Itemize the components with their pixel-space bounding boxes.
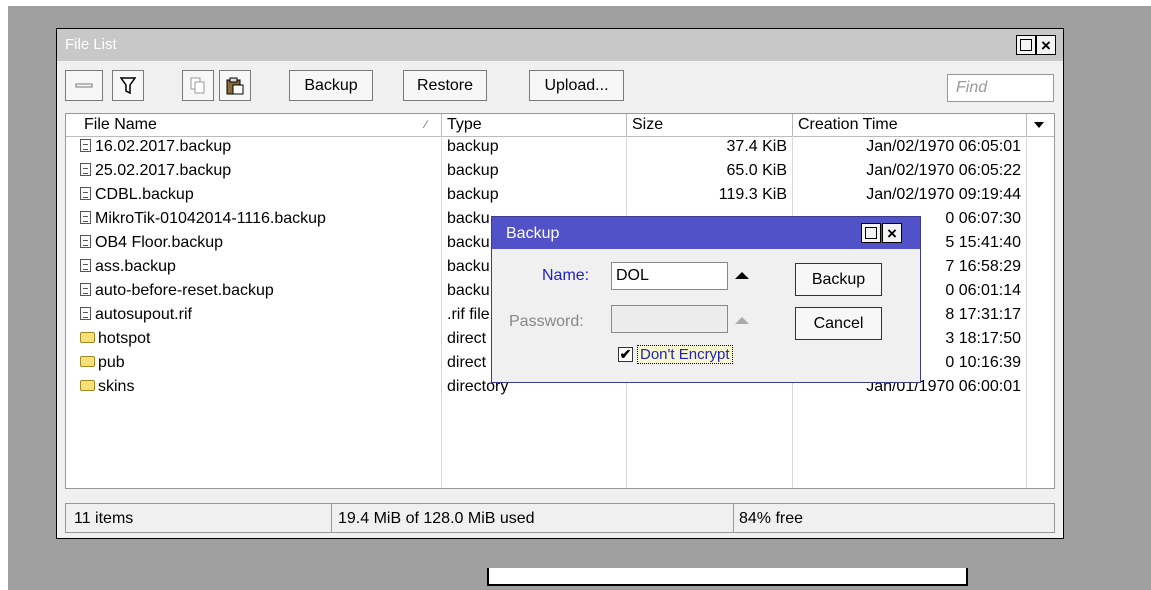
file-name-text: CDBL.backup — [95, 186, 194, 203]
name-label: Name: — [542, 267, 590, 284]
close-button[interactable]: × — [1036, 35, 1056, 55]
remove-button[interactable] — [65, 70, 103, 101]
file-name-text: hotspot — [98, 330, 151, 347]
name-history-arrow-icon[interactable] — [735, 272, 749, 279]
maximize-icon — [865, 227, 877, 239]
file-icon — [80, 187, 91, 200]
file-name-text: OB4 Floor.backup — [95, 234, 224, 251]
cell-file-name: hotspot — [80, 330, 438, 348]
close-icon: × — [1041, 35, 1051, 55]
maximize-button[interactable] — [1016, 35, 1036, 55]
file-name-text: 25.02.2017.backup — [95, 162, 232, 179]
column-header-file-name[interactable]: File Name — [84, 116, 157, 134]
filter-icon — [120, 76, 136, 94]
backup-button[interactable]: Backup — [289, 70, 373, 101]
cell-type: backup — [447, 162, 499, 179]
cell-type: backup — [447, 138, 499, 155]
file-name-text: pub — [98, 354, 125, 371]
window-titlebar[interactable]: File List × — [57, 29, 1063, 61]
status-disk-used: 19.4 MiB of 128.0 MiB used — [338, 510, 535, 527]
file-name-text: MikroTik-01042014-1116.backup — [95, 210, 326, 227]
column-header-creation-time[interactable]: Creation Time — [798, 116, 898, 134]
file-name-text: auto-before-reset.backup — [95, 282, 274, 299]
filter-button[interactable] — [112, 70, 144, 101]
file-name-text: ass.backup — [95, 258, 176, 275]
folder-icon — [80, 356, 95, 367]
name-input[interactable]: DOL — [611, 262, 728, 290]
dialog-maximize-button[interactable] — [861, 223, 881, 243]
cell-file-name: ass.backup — [80, 258, 438, 276]
upload-button[interactable]: Upload... — [529, 70, 624, 101]
dialog-titlebar[interactable]: Backup × — [492, 217, 920, 249]
status-bar: 11 items 19.4 MiB of 128.0 MiB used 84% … — [65, 503, 1055, 533]
cell-file-name: OB4 Floor.backup — [80, 234, 438, 252]
status-disk-free: 84% free — [739, 510, 804, 527]
maximize-icon — [1020, 39, 1032, 51]
file-icon — [80, 235, 91, 248]
file-icon — [80, 139, 91, 152]
dialog-close-button[interactable]: × — [882, 223, 902, 243]
copy-button[interactable] — [182, 70, 214, 101]
dialog-title: Backup — [506, 225, 560, 242]
cell-creation-time: Jan/02/1970 06:05:01 — [866, 138, 1021, 155]
table-row[interactable]: CDBL.backup backup 119.3 KiB Jan/02/1970 09… — [66, 184, 1054, 206]
cell-file-name: skins — [80, 378, 438, 396]
password-input[interactable] — [611, 305, 728, 333]
copy-icon — [190, 77, 205, 93]
table-header: File Name ∕ Type Size Creation Time — [66, 114, 1054, 137]
window-title: File List — [65, 36, 117, 53]
cell-size: 37.4 KiB — [726, 138, 787, 155]
backup-dialog: Backup × Name: DOL Password: Backup Canc… — [491, 216, 921, 383]
cell-creation-time: Jan/02/1970 09:19:44 — [866, 186, 1021, 203]
file-name-text: skins — [98, 378, 135, 395]
table-row[interactable]: 16.02.2017.backup backup 37.4 KiB Jan/02/19… — [66, 136, 1054, 158]
table-row[interactable]: 25.02.2017.backup backup 65.0 KiB Jan/02/19… — [66, 160, 1054, 182]
dont-encrypt-label[interactable]: Don't Encrypt — [637, 345, 733, 364]
find-input[interactable]: Find — [947, 74, 1054, 102]
cell-type: backup — [447, 186, 499, 203]
cell-file-name: CDBL.backup — [80, 186, 438, 204]
background-window-edge — [487, 568, 968, 586]
column-header-type[interactable]: Type — [447, 116, 482, 134]
file-icon — [80, 163, 91, 176]
toolbar: Backup Restore Upload... Find — [57, 61, 1063, 109]
cell-size: 119.3 KiB — [718, 186, 787, 203]
cell-file-name: autosupout.rif — [80, 306, 438, 324]
cell-file-name: 16.02.2017.backup — [80, 138, 438, 156]
column-menu-icon[interactable] — [1033, 120, 1045, 130]
cell-size: 65.0 KiB — [726, 162, 787, 179]
dialog-backup-button[interactable]: Backup — [795, 263, 882, 296]
cell-file-name: 25.02.2017.backup — [80, 162, 438, 180]
restore-button[interactable]: Restore — [403, 70, 487, 101]
cell-file-name: pub — [80, 354, 438, 372]
cell-creation-time: Jan/02/1970 06:05:22 — [866, 162, 1021, 179]
checkmark-icon: ✔ — [619, 346, 632, 362]
column-header-size[interactable]: Size — [632, 116, 663, 134]
sort-icon: ∕ — [425, 119, 427, 131]
minus-icon — [75, 83, 93, 87]
cell-file-name: MikroTik-01042014-1116.backup — [80, 210, 438, 228]
file-icon — [80, 211, 91, 224]
password-label: Password: — [509, 313, 584, 330]
folder-icon — [80, 332, 95, 343]
dont-encrypt-checkbox[interactable]: ✔ — [618, 347, 633, 362]
file-icon — [80, 307, 91, 320]
paste-button[interactable] — [219, 70, 251, 101]
folder-icon — [80, 380, 95, 391]
password-history-arrow-icon[interactable] — [735, 317, 749, 324]
status-item-count: 11 items — [74, 510, 134, 527]
dialog-cancel-button[interactable]: Cancel — [795, 307, 882, 340]
file-icon — [80, 259, 91, 272]
cell-file-name: auto-before-reset.backup — [80, 282, 438, 300]
file-name-text: 16.02.2017.backup — [95, 138, 232, 155]
paste-icon — [226, 77, 244, 94]
file-icon — [80, 283, 91, 296]
file-name-text: autosupout.rif — [95, 306, 192, 323]
close-icon: × — [887, 223, 897, 243]
